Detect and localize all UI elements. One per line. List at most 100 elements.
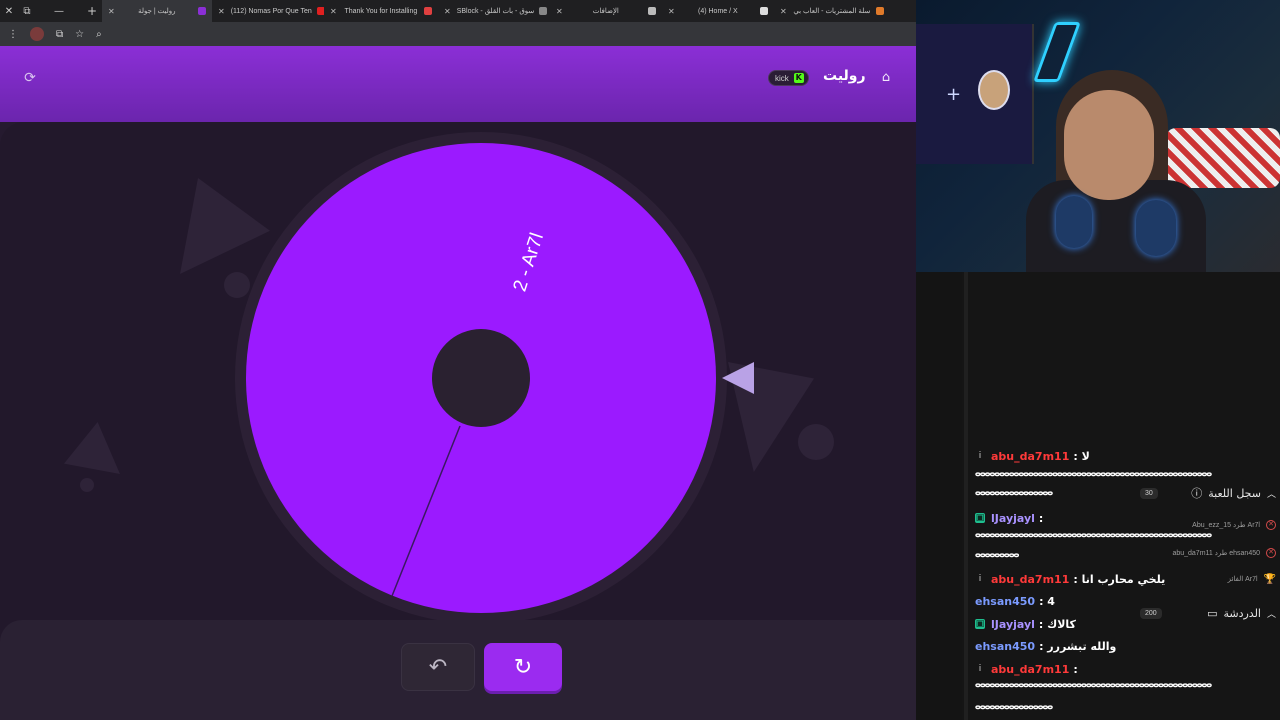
roulette-wheel[interactable]: 2 - Ar7l: [222, 124, 742, 624]
game-log-row: abu_da7m11 طرد ehsan450 ✕: [1140, 546, 1276, 560]
close-tab-icon[interactable]: ✕: [668, 7, 675, 16]
chat-spam-text: ⴰⴰⴰⴰⴰⴰⴰⴰⴰⴰⴰⴰⴰⴰⴰⴰⴰⴰⴰⴰⴰⴰⴰⴰⴰⴰⴰⴰⴰⴰⴰⴰⴰⴰⴰⴰⴰⴰⴰⴰ…: [975, 469, 1212, 479]
eliminated-icon: ✕: [1266, 520, 1276, 530]
webcam-feed: +: [916, 0, 1280, 272]
chat-message: ehsan450 : والله تبشررر: [975, 636, 1116, 656]
zoom-icon[interactable]: ⌕: [96, 29, 102, 40]
tab-label: روليت | جولة: [138, 8, 176, 15]
chat-badge-icon: ⅰ: [978, 574, 982, 584]
tab-label: (4) Home / X: [698, 7, 738, 15]
address-bar: ⋮ ⧉ ☆ ⌕: [0, 22, 916, 46]
chat-scrollbar[interactable]: [964, 272, 968, 720]
roulette-page: ⟳ kick K روليت ⌂ 2 - Ar7l ↶ ↻: [0, 46, 916, 720]
background-monitor: [916, 24, 1034, 164]
game-log-text: abu_da7m11 طرد ehsan450: [1172, 550, 1260, 557]
chat-message: ⅰ abu_da7m11 : لا: [975, 446, 1090, 466]
background-triangle-small: [64, 422, 120, 474]
chevron-up-icon[interactable]: ︿: [1267, 607, 1276, 620]
chat-text: :: [1073, 662, 1078, 676]
chat-text: :: [1038, 511, 1044, 525]
game-log-header[interactable]: 30 ⓘ سجل اللعبة ︿: [1140, 484, 1276, 502]
refresh-icon[interactable]: ⟳: [22, 70, 38, 86]
close-tab-icon[interactable]: ✕: [218, 7, 225, 16]
game-log-text: الفائز Ar7l: [1227, 576, 1258, 583]
chat-username[interactable]: ehsan450: [975, 595, 1035, 608]
tab-label: Thank You for Installing: [344, 7, 418, 15]
spin-button[interactable]: ↻: [484, 643, 562, 691]
tab-extensions[interactable]: ✕ الإضافات: [550, 0, 662, 22]
close-tab-icon[interactable]: ✕: [330, 7, 337, 16]
menu-dots-icon[interactable]: ⋮: [8, 29, 18, 40]
background-circle-small: [80, 478, 94, 492]
chat-text: : 4: [1039, 594, 1055, 608]
avatar: [978, 70, 1010, 110]
close-tab-icon[interactable]: ✕: [556, 7, 563, 16]
close-window-icon[interactable]: ✕: [0, 0, 18, 22]
game-log-row: الفائز Ar7l 🏆: [1140, 572, 1276, 586]
chat-badge-icon: ▣: [975, 513, 985, 523]
tab-label: سلة المشتريات - العاب بي: [793, 8, 871, 15]
game-log-title: سجل اللعبة: [1208, 486, 1261, 500]
chat-message: ehsan450 : 4: [975, 591, 1055, 611]
tab-favicon: [198, 7, 206, 15]
tab-favicon: [423, 7, 432, 15]
home-icon[interactable]: ⌂: [878, 70, 894, 86]
close-tab-icon[interactable]: ✕: [444, 7, 451, 16]
kick-badge[interactable]: kick K: [768, 70, 809, 86]
game-log-text: Abu_ezz_15 طرد Ar7l: [1192, 522, 1260, 529]
tab-favicon: [647, 7, 656, 15]
close-tab-icon[interactable]: ✕: [780, 7, 787, 16]
tab-label: الإضافات: [592, 8, 619, 15]
profile-avatar[interactable]: [30, 27, 44, 41]
chat-badge-icon: ⅰ: [978, 664, 982, 674]
plus-icon: +: [946, 84, 962, 105]
chat-text: : لا: [1073, 449, 1090, 463]
extensions-icon[interactable]: ⧉: [56, 29, 63, 40]
gaming-chair: [1166, 128, 1280, 188]
tab-favicon: [875, 7, 884, 15]
undo-button[interactable]: ↶: [401, 643, 475, 691]
chevron-up-icon[interactable]: ︿: [1267, 487, 1276, 500]
tab-youtube[interactable]: ✕ (112) Nomas Por Que Ten: [212, 0, 324, 22]
chat-username[interactable]: lJayjayl: [991, 618, 1035, 631]
neon-sign: [1033, 22, 1081, 82]
chat-count: 200: [1140, 607, 1162, 619]
headphone-left: [1056, 196, 1092, 248]
kick-label: kick: [775, 73, 789, 83]
tab-favicon: [539, 7, 548, 15]
chat-bubble-icon: ▭: [1207, 606, 1218, 620]
new-tab-button[interactable]: +: [82, 4, 102, 18]
page-header: ⟳ kick K روليت ⌂: [0, 46, 916, 122]
chat-tab-title: الدردشة: [1223, 606, 1261, 620]
chat-username[interactable]: lJayjayl: [991, 512, 1035, 525]
tab-x-home[interactable]: ✕ (4) Home / X: [662, 0, 774, 22]
tab-favicon: [759, 7, 768, 15]
chat-message: ▣ lJayjayl :: [975, 508, 1043, 528]
chat-tab-header[interactable]: 200 ▭ الدردشة ︿: [1140, 604, 1276, 622]
minimize-icon[interactable]: —: [36, 0, 82, 22]
restore-icon[interactable]: ⧉: [18, 0, 36, 22]
tab-sblock[interactable]: ✕ SBlock - سوق - بات القلق: [438, 0, 550, 22]
chat-message: ⅰ abu_da7m11 : يلخي محارب انا: [975, 569, 1165, 589]
chat-spam-text: ⴰⴰⴰⴰⴰⴰⴰⴰⴰⴰⴰⴰⴰⴰⴰⴰⴰⴰⴰⴰⴰⴰⴰⴰⴰⴰⴰⴰⴰⴰⴰⴰⴰⴰⴰⴰⴰⴰⴰⴰ…: [975, 530, 1212, 540]
chat-username[interactable]: abu_da7m11: [991, 450, 1069, 463]
bookmark-star-icon[interactable]: ☆: [75, 29, 84, 40]
info-icon: ⓘ: [1191, 487, 1203, 500]
chat-spam-text: ⴰⴰⴰⴰⴰⴰⴰⴰⴰⴰⴰⴰⴰⴰⴰⴰ: [975, 702, 1053, 712]
close-tab-icon[interactable]: ✕: [108, 7, 115, 16]
tab-cart[interactable]: ✕ سلة المشتريات - العاب بي: [774, 0, 890, 22]
chat-username[interactable]: abu_da7m11: [991, 573, 1069, 586]
chat-spam-text: ⴰⴰⴰⴰⴰⴰⴰⴰⴰⴰⴰⴰⴰⴰⴰⴰⴰⴰⴰⴰⴰⴰⴰⴰⴰⴰⴰⴰⴰⴰⴰⴰⴰⴰⴰⴰⴰⴰⴰⴰ…: [975, 680, 1212, 690]
chat-message: ⅰ abu_da7m11 :: [975, 659, 1078, 679]
trophy-icon: 🏆: [1263, 573, 1276, 585]
tab-roulette[interactable]: ✕ روليت | جولة: [102, 0, 212, 22]
chat-text: : والله تبشررر: [1039, 639, 1117, 653]
chat-username[interactable]: ehsan450: [975, 640, 1035, 653]
browser-tabbar: ✕ ⧉ — + ✕ روليت | جولة ✕ (112) Nomas Por…: [0, 0, 916, 22]
chat-username[interactable]: abu_da7m11: [991, 663, 1069, 676]
eliminated-icon: ✕: [1266, 548, 1276, 558]
streamer-face: [1064, 90, 1154, 200]
tab-thank-you[interactable]: ✕ Thank You for Installing: [324, 0, 438, 22]
kick-logo-icon: K: [793, 73, 804, 83]
chat-spam-text: ⴰⴰⴰⴰⴰⴰⴰⴰⴰⴰⴰⴰⴰⴰⴰⴰ: [975, 550, 1019, 560]
